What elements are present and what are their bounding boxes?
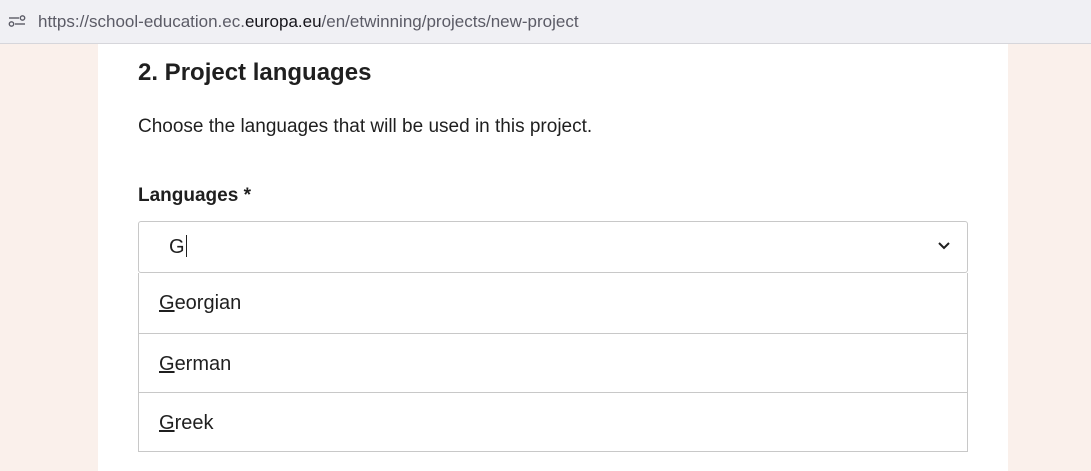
section-title: 2. Project languages — [138, 59, 372, 86]
form-card: 2. Project languages Choose the language… — [98, 44, 1008, 471]
browser-address-bar[interactable]: https://school-education.ec.europa.eu/en… — [0, 0, 1091, 44]
section-description: Choose the languages that will be used i… — [138, 116, 593, 137]
language-option-greek[interactable]: Greek — [139, 392, 967, 451]
language-option-german[interactable]: German — [139, 333, 967, 392]
languages-combobox[interactable]: G — [138, 221, 968, 273]
url-domain: europa.eu — [244, 12, 322, 31]
option-rest: eorgian — [174, 292, 242, 314]
languages-options-list: Georgian German Greek — [138, 273, 968, 452]
option-match: G — [159, 353, 175, 375]
url-text[interactable]: https://school-education.ec.europa.eu/en… — [38, 11, 579, 33]
option-match: G — [159, 292, 175, 314]
chevron-down-icon[interactable] — [937, 241, 951, 251]
site-settings-icon[interactable] — [8, 13, 26, 29]
option-rest: reek — [174, 412, 214, 434]
option-rest: erman — [174, 353, 232, 375]
url-prefix: https://school-education.ec. — [38, 12, 245, 31]
url-path: /en/etwinning/projects/new-project — [321, 12, 579, 31]
option-match: G — [159, 412, 175, 434]
languages-input-text: G — [169, 236, 185, 258]
languages-label: Languages * — [138, 185, 251, 206]
page-background: 2. Project languages Choose the language… — [0, 44, 1091, 471]
languages-search-input[interactable]: G — [169, 235, 187, 259]
text-cursor — [185, 235, 187, 257]
language-option-georgian[interactable]: Georgian — [139, 273, 967, 333]
